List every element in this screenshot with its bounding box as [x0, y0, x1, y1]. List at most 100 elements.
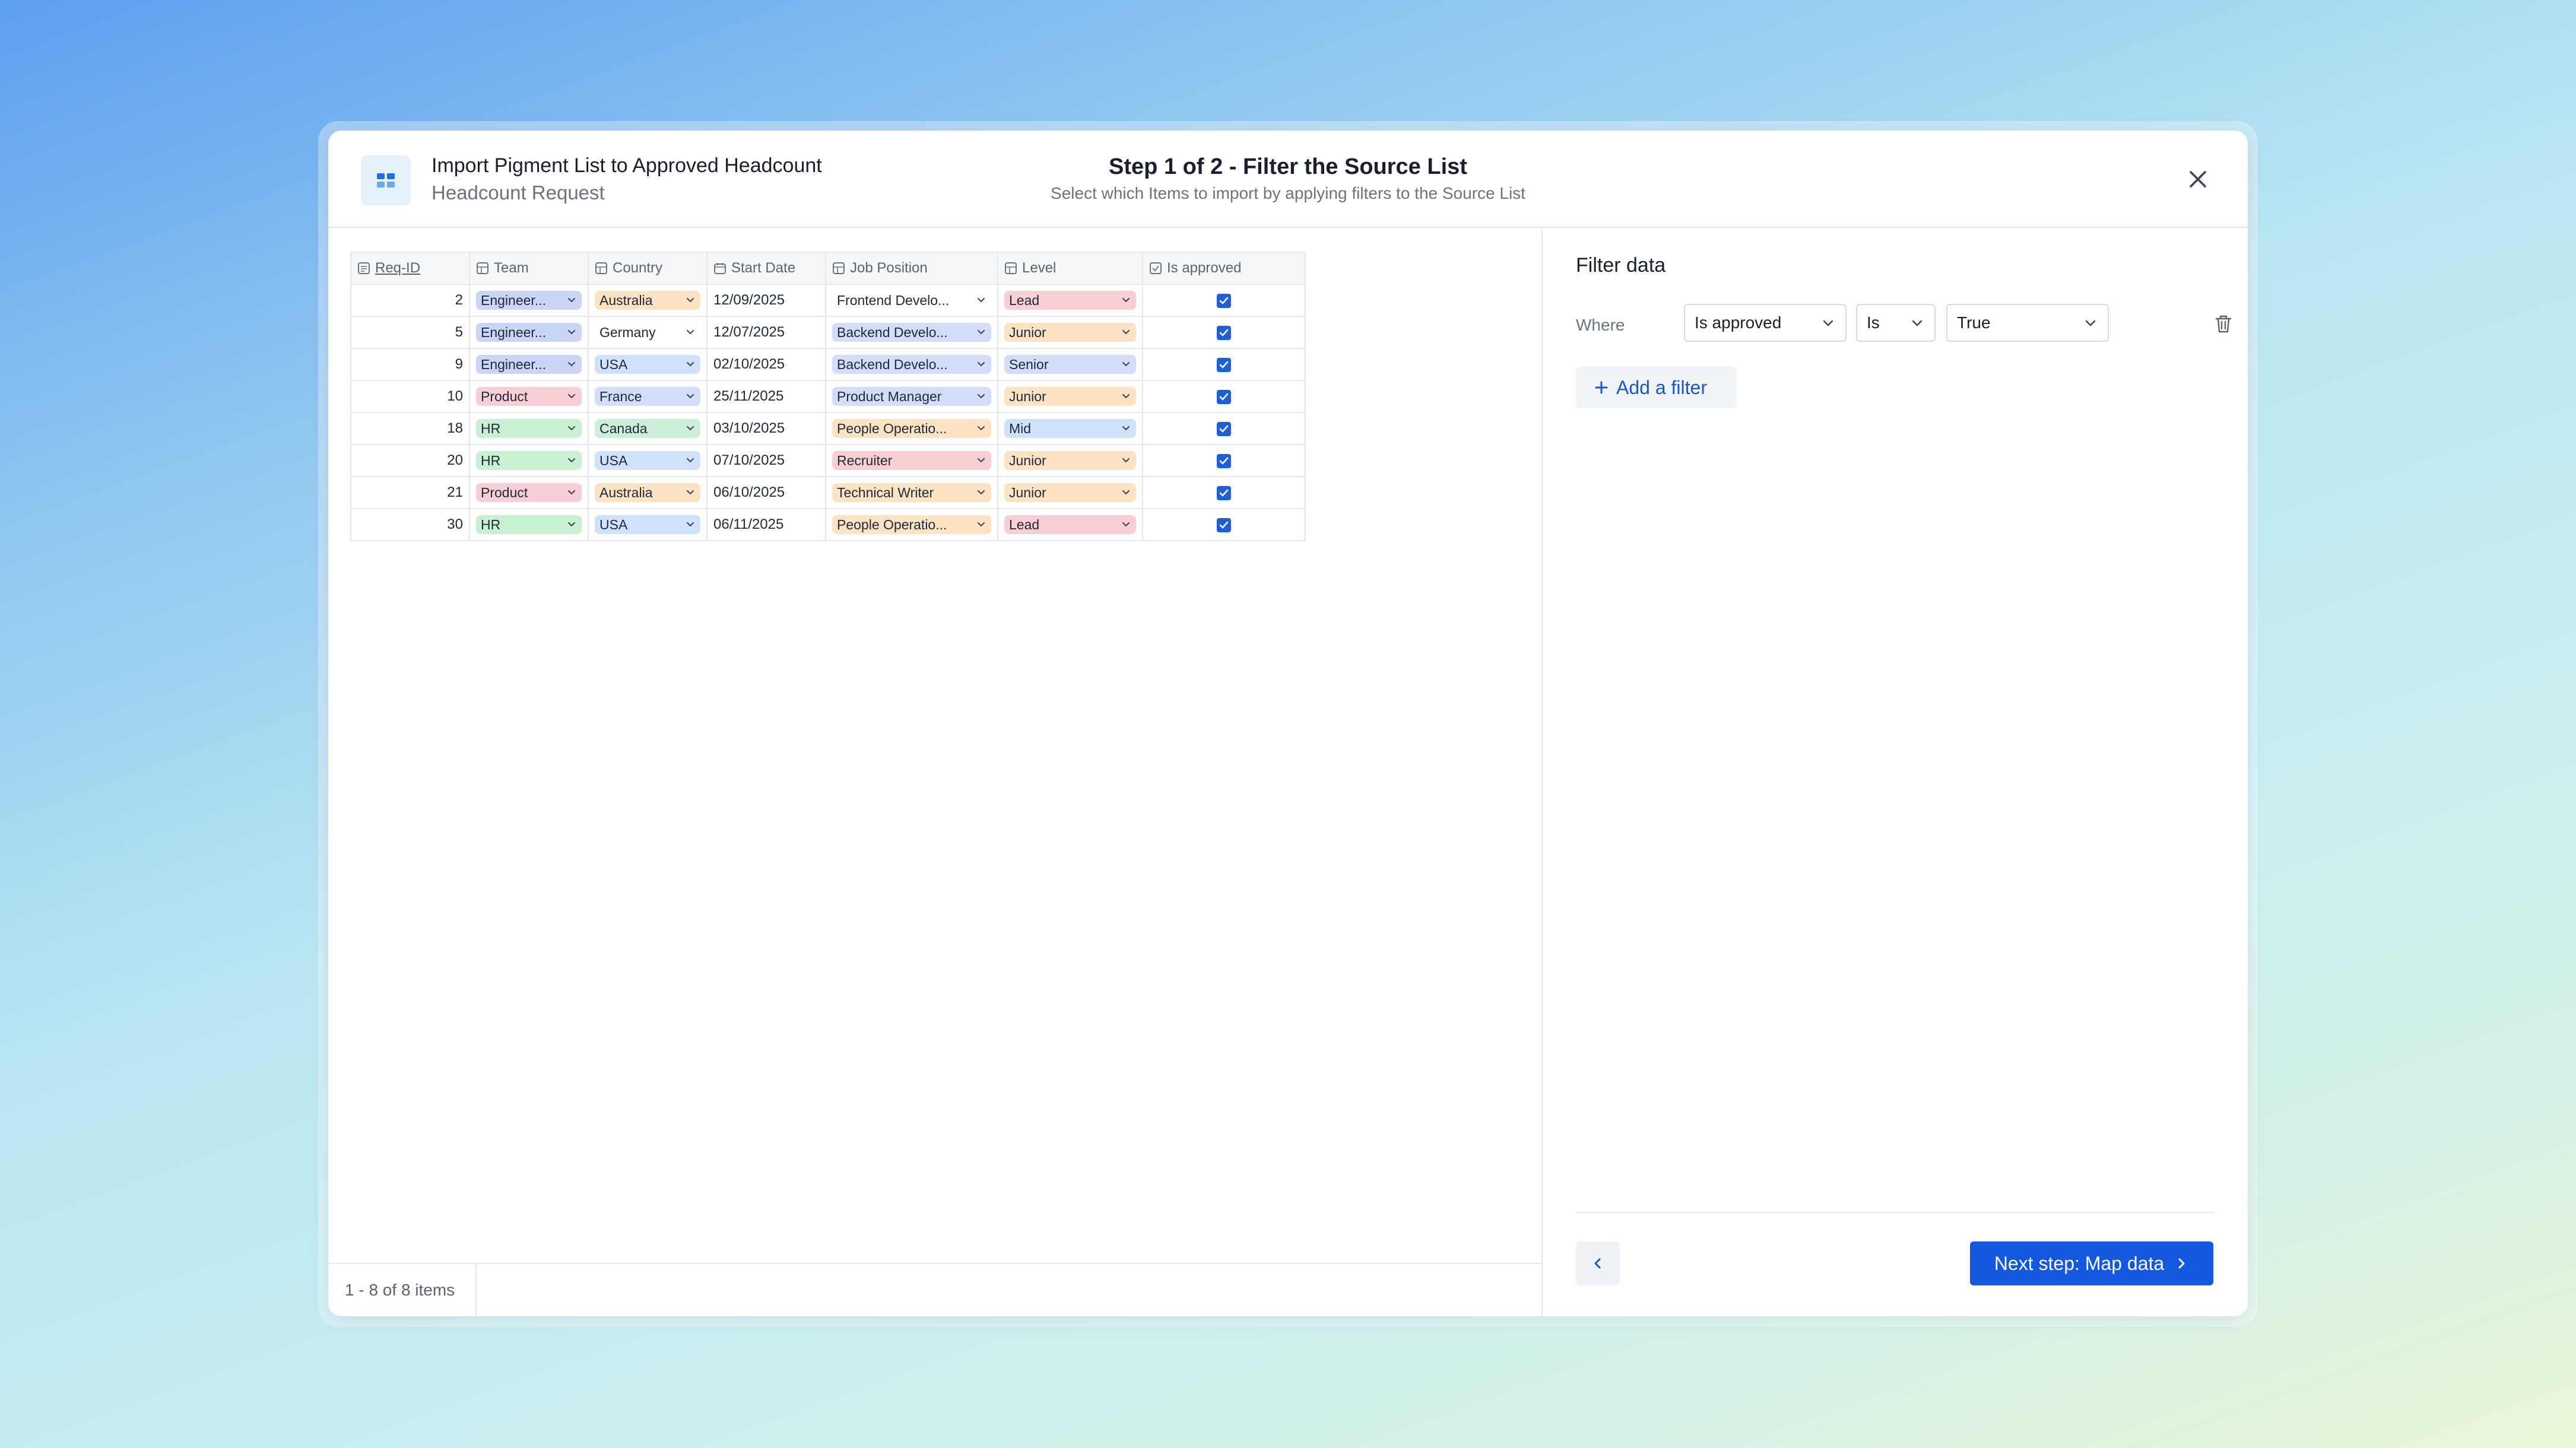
approved-checkbox[interactable]	[1217, 357, 1231, 372]
level-cell[interactable]: Junior	[997, 380, 1143, 413]
team-tag[interactable]: HR	[476, 419, 582, 438]
country-cell[interactable]: USA	[588, 508, 708, 541]
country-cell[interactable]: USA	[588, 348, 708, 381]
column-header-req-id[interactable]: Req-ID	[350, 252, 470, 285]
level-tag[interactable]: Junior	[1004, 387, 1136, 406]
team-tag[interactable]: Engineer...	[476, 355, 582, 374]
job-position-tag[interactable]: Technical Writer	[832, 483, 991, 502]
level-cell[interactable]: Lead	[997, 508, 1143, 541]
team-cell[interactable]: HR	[469, 444, 589, 477]
job-position-cell[interactable]: People Operatio...	[825, 412, 998, 445]
job-position-tag[interactable]: Backend Develo...	[832, 323, 991, 342]
job-position-tag[interactable]: Frontend Develo...	[832, 291, 991, 310]
table-row[interactable]: 2 Engineer... Australia 12/09/2025 Frontend …	[350, 284, 1306, 317]
team-cell[interactable]: Engineer...	[469, 348, 589, 381]
country-tag[interactable]: Canada	[595, 419, 700, 438]
job-position-cell[interactable]: Technical Writer	[825, 476, 998, 509]
approved-checkbox[interactable]	[1217, 453, 1231, 468]
country-cell[interactable]: France	[588, 380, 708, 413]
level-cell[interactable]: Junior	[997, 444, 1143, 477]
job-position-tag[interactable]: Backend Develo...	[832, 355, 991, 374]
table-row[interactable]: 18 HR Canada 03/10/2025 People Operatio... Mi…	[350, 412, 1306, 445]
close-icon[interactable]	[2185, 166, 2211, 192]
team-cell[interactable]: HR	[469, 412, 589, 445]
job-position-cell[interactable]: Recruiter	[825, 444, 998, 477]
column-label: Country	[613, 260, 663, 276]
level-tag[interactable]: Lead	[1004, 515, 1136, 534]
filter-value-select[interactable]: True	[1946, 304, 2109, 342]
level-cell[interactable]: Lead	[997, 284, 1143, 317]
next-step-button[interactable]: Next step: Map data	[1970, 1241, 2213, 1285]
country-tag[interactable]: USA	[595, 451, 700, 470]
level-cell[interactable]: Mid	[997, 412, 1143, 445]
level-tag[interactable]: Lead	[1004, 291, 1136, 310]
level-cell[interactable]: Junior	[997, 476, 1143, 509]
country-cell[interactable]: USA	[588, 444, 708, 477]
job-position-tag[interactable]: People Operatio...	[832, 419, 991, 438]
team-tag[interactable]: Product	[476, 483, 582, 502]
table-row[interactable]: 10 Product France 25/11/2025 Product Manager…	[350, 380, 1306, 413]
country-cell[interactable]: Canada	[588, 412, 708, 445]
column-header-is-approved[interactable]: Is approved	[1142, 252, 1306, 285]
level-cell[interactable]: Junior	[997, 316, 1143, 349]
country-tag[interactable]: Australia	[595, 291, 700, 310]
approved-checkbox[interactable]	[1217, 389, 1231, 404]
team-tag[interactable]: Engineer...	[476, 291, 582, 310]
job-position-cell[interactable]: Frontend Develo...	[825, 284, 998, 317]
team-cell[interactable]: Engineer...	[469, 316, 589, 349]
approved-checkbox[interactable]	[1217, 421, 1231, 436]
country-tag[interactable]: Germany	[595, 323, 700, 342]
country-cell[interactable]: Australia	[588, 476, 708, 509]
level-cell[interactable]: Senior	[997, 348, 1143, 381]
approved-checkbox[interactable]	[1217, 485, 1231, 500]
team-cell[interactable]: Product	[469, 476, 589, 509]
job-position-cell[interactable]: Backend Develo...	[825, 348, 998, 381]
country-tag[interactable]: France	[595, 387, 700, 406]
team-value: HR	[481, 420, 501, 436]
team-tag[interactable]: HR	[476, 515, 582, 534]
approved-checkbox[interactable]	[1217, 293, 1231, 308]
column-header-start-date[interactable]: Start Date	[706, 252, 826, 285]
table-row[interactable]: 20 HR USA 07/10/2025 Recruiter Junior	[350, 444, 1306, 477]
calendar-icon	[713, 262, 727, 275]
approved-checkbox[interactable]	[1217, 325, 1231, 340]
level-tag[interactable]: Junior	[1004, 451, 1136, 470]
country-tag[interactable]: USA	[595, 355, 700, 374]
req-id-cell: 5	[350, 316, 470, 349]
filter-operator-select[interactable]: Is	[1856, 304, 1936, 342]
job-position-cell[interactable]: Backend Develo...	[825, 316, 998, 349]
table-row[interactable]: 30 HR USA 06/11/2025 People Operatio... Lead	[350, 508, 1306, 541]
add-filter-button[interactable]: Add a filter	[1576, 367, 1736, 408]
team-cell[interactable]: Engineer...	[469, 284, 589, 317]
team-cell[interactable]: HR	[469, 508, 589, 541]
country-cell[interactable]: Germany	[588, 316, 708, 349]
filter-field-select[interactable]: Is approved	[1684, 304, 1847, 342]
column-header-team[interactable]: Team	[469, 252, 589, 285]
table-row[interactable]: 5 Engineer... Germany 12/07/2025 Backend Dev…	[350, 316, 1306, 349]
column-header-job-position[interactable]: Job Position	[825, 252, 998, 285]
job-position-cell[interactable]: People Operatio...	[825, 508, 998, 541]
job-position-tag[interactable]: People Operatio...	[832, 515, 991, 534]
start-date-cell: 02/10/2025	[706, 348, 826, 381]
team-tag[interactable]: Product	[476, 387, 582, 406]
level-tag[interactable]: Senior	[1004, 355, 1136, 374]
level-tag[interactable]: Junior	[1004, 323, 1136, 342]
approved-checkbox[interactable]	[1217, 517, 1231, 532]
trash-icon[interactable]	[2212, 313, 2235, 335]
table-row[interactable]: 21 Product Australia 06/10/2025 Technical Wr…	[350, 476, 1306, 509]
level-tag[interactable]: Junior	[1004, 483, 1136, 502]
country-cell[interactable]: Australia	[588, 284, 708, 317]
team-tag[interactable]: Engineer...	[476, 323, 582, 342]
column-header-country[interactable]: Country	[588, 252, 708, 285]
country-tag[interactable]: Australia	[595, 483, 700, 502]
table-row[interactable]: 9 Engineer... USA 02/10/2025 Backend Develo.…	[350, 348, 1306, 381]
job-position-tag[interactable]: Recruiter	[832, 451, 991, 470]
back-button[interactable]	[1576, 1241, 1620, 1285]
job-position-tag[interactable]: Product Manager	[832, 387, 991, 406]
column-header-level[interactable]: Level	[997, 252, 1143, 285]
level-tag[interactable]: Mid	[1004, 419, 1136, 438]
country-tag[interactable]: USA	[595, 515, 700, 534]
team-tag[interactable]: HR	[476, 451, 582, 470]
job-position-cell[interactable]: Product Manager	[825, 380, 998, 413]
team-cell[interactable]: Product	[469, 380, 589, 413]
